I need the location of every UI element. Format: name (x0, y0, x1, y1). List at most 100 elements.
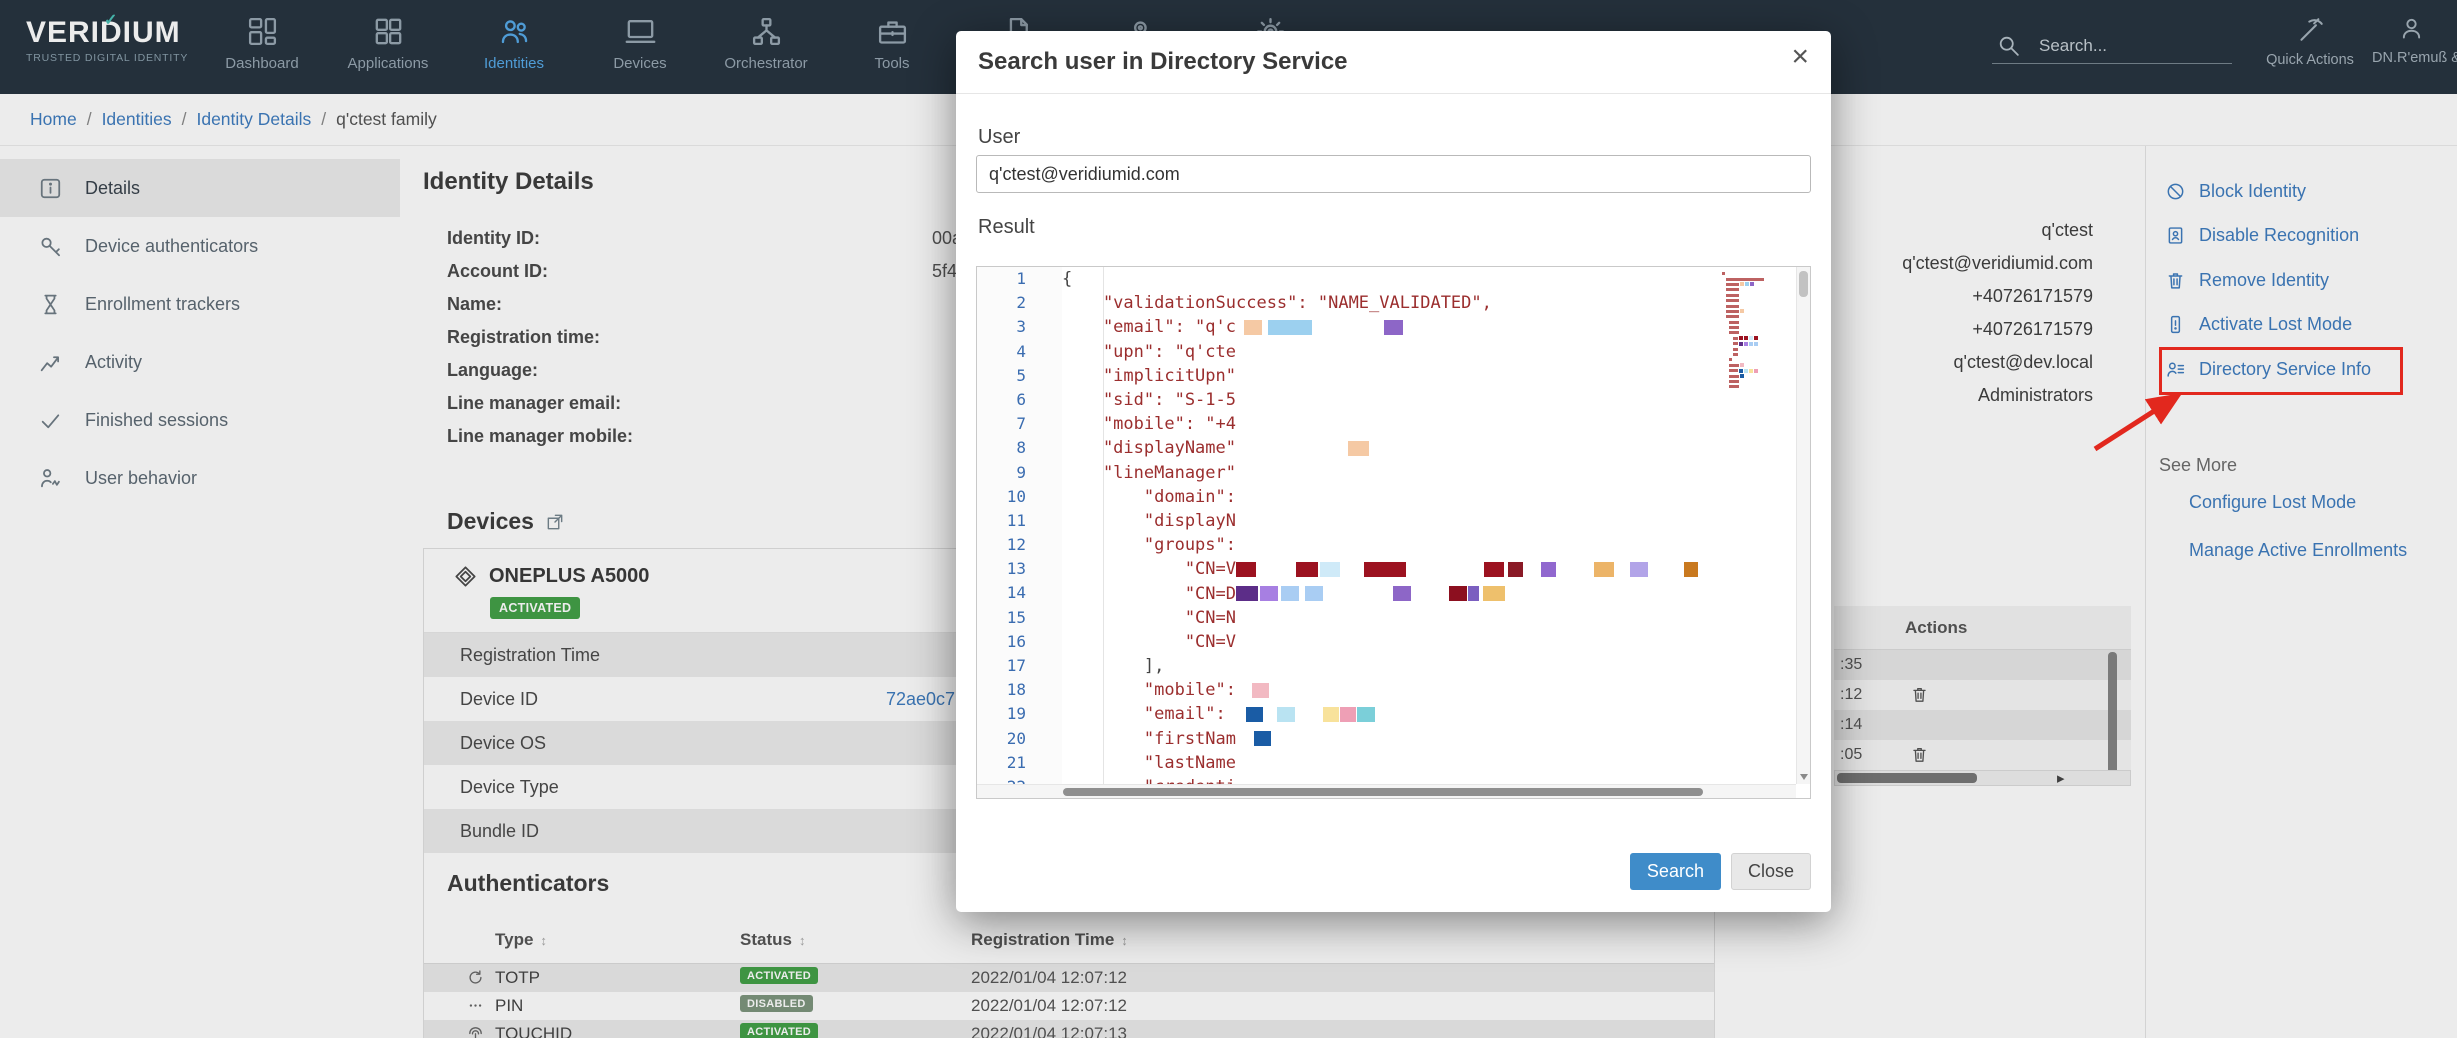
code-line: ], (1062, 654, 1796, 678)
scroll-down-icon[interactable] (1800, 774, 1808, 780)
code-text: "mobile": "+4 (1062, 414, 1236, 434)
code-text: "displayName" (1062, 438, 1236, 458)
search-button[interactable]: Search (1630, 853, 1721, 890)
code-gap (1263, 714, 1277, 715)
code-gap (1256, 569, 1296, 570)
scrollbar-thumb[interactable] (1799, 271, 1808, 297)
line-number: 7 (977, 412, 1062, 436)
code-line: "mobile": (1062, 678, 1796, 702)
code-line: "lastName (1062, 751, 1796, 775)
code-line: "firstNam (1062, 727, 1796, 751)
code-line: "sid": "S-1-5 (1062, 388, 1796, 412)
editor-line-numbers: 12345678910111213141516171819202122 (977, 267, 1062, 784)
redaction-box (1384, 320, 1403, 335)
code-text: "sid": "S-1-5 (1062, 390, 1236, 410)
redaction-box (1323, 707, 1339, 722)
code-text: ], (1062, 656, 1164, 676)
line-number: 14 (977, 581, 1062, 605)
code-text: "lastName (1062, 753, 1236, 773)
code-text: "CN=V (1062, 559, 1236, 579)
code-line: "CN=V (1062, 557, 1796, 581)
code-gap (1648, 569, 1684, 570)
user-search-input[interactable] (976, 155, 1811, 193)
redaction-box (1260, 586, 1278, 601)
code-line: "CN=D (1062, 581, 1796, 605)
line-number: 18 (977, 678, 1062, 702)
directory-search-dialog: Search user in Directory Service × User … (956, 31, 1831, 912)
redaction-box (1320, 562, 1340, 577)
scrollbar-thumb[interactable] (1063, 788, 1703, 796)
line-number: 11 (977, 509, 1062, 533)
line-number: 13 (977, 557, 1062, 581)
code-text: "CN=V (1062, 632, 1236, 652)
code-line: "domain": (1062, 485, 1796, 509)
annotation-arrow-icon (2085, 386, 2195, 460)
line-number: 16 (977, 630, 1062, 654)
redaction-box (1296, 562, 1318, 577)
code-text: "upn": "q'cte (1062, 342, 1236, 362)
code-line: { (1062, 267, 1796, 291)
code-line: "CN=V (1062, 630, 1796, 654)
code-gap (1236, 690, 1252, 691)
code-line: "lineManager" (1062, 461, 1796, 485)
code-gap (1236, 327, 1244, 328)
line-number: 2 (977, 291, 1062, 315)
redaction-box (1244, 320, 1262, 335)
code-text: { (1062, 269, 1072, 289)
code-line: "groups": (1062, 533, 1796, 557)
code-gap (1411, 593, 1449, 594)
redaction-box (1357, 707, 1375, 722)
code-gap (1312, 327, 1384, 328)
redaction-box (1468, 586, 1479, 601)
code-gap (1323, 593, 1393, 594)
line-number: 6 (977, 388, 1062, 412)
code-text: "mobile": (1062, 680, 1236, 700)
line-number: 12 (977, 533, 1062, 557)
redaction-box (1277, 707, 1295, 722)
line-number: 3 (977, 315, 1062, 339)
line-number: 8 (977, 436, 1062, 460)
code-text: "domain": (1062, 487, 1236, 507)
code-text: "credenti (1062, 777, 1236, 784)
editor-vertical-scrollbar[interactable] (1796, 267, 1810, 784)
editor-horizontal-scrollbar[interactable] (977, 784, 1796, 798)
code-line: "implicitUpn" (1062, 364, 1796, 388)
result-label: Result (978, 216, 1035, 239)
redaction-box (1364, 562, 1406, 577)
redaction-box (1508, 562, 1523, 577)
code-text: "groups": (1062, 535, 1236, 555)
editor-minimap (1720, 270, 1784, 391)
redaction-box (1348, 441, 1369, 456)
editor-code-area[interactable]: { "validationSuccess": "NAME_VALIDATED",… (1062, 267, 1796, 784)
code-text: "email": (1062, 704, 1226, 724)
code-text: "implicitUpn" (1062, 366, 1236, 386)
code-line: "displayName" (1062, 436, 1796, 460)
line-number: 9 (977, 461, 1062, 485)
close-button[interactable]: Close (1731, 853, 1811, 890)
code-line: "CN=N (1062, 606, 1796, 630)
minimap-row (1721, 384, 1783, 389)
redaction-box (1236, 562, 1256, 577)
code-text: "firstNam (1062, 729, 1236, 749)
dialog-footer: Search Close (1630, 853, 1811, 890)
code-line: "email": (1062, 702, 1796, 726)
redaction-box (1252, 683, 1269, 698)
redaction-box (1684, 562, 1698, 577)
code-line: "mobile": "+4 (1062, 412, 1796, 436)
code-gap (1340, 569, 1364, 570)
code-gap (1236, 448, 1348, 449)
code-gap (1226, 714, 1246, 715)
json-result-editor[interactable]: 12345678910111213141516171819202122 { "v… (976, 266, 1811, 799)
redaction-box (1483, 586, 1505, 601)
line-number: 20 (977, 727, 1062, 751)
user-field-label: User (978, 126, 1020, 149)
line-number: 15 (977, 606, 1062, 630)
dialog-title: Search user in Directory Service (978, 48, 1348, 76)
close-icon[interactable]: × (1791, 42, 1809, 72)
redaction-box (1393, 586, 1411, 601)
code-line: "validationSuccess": "NAME_VALIDATED", (1062, 291, 1796, 315)
code-text: "lineManager" (1062, 463, 1236, 483)
code-text: "email": "q'c (1062, 317, 1236, 337)
code-text: "CN=D (1062, 584, 1236, 604)
redaction-box (1254, 731, 1271, 746)
